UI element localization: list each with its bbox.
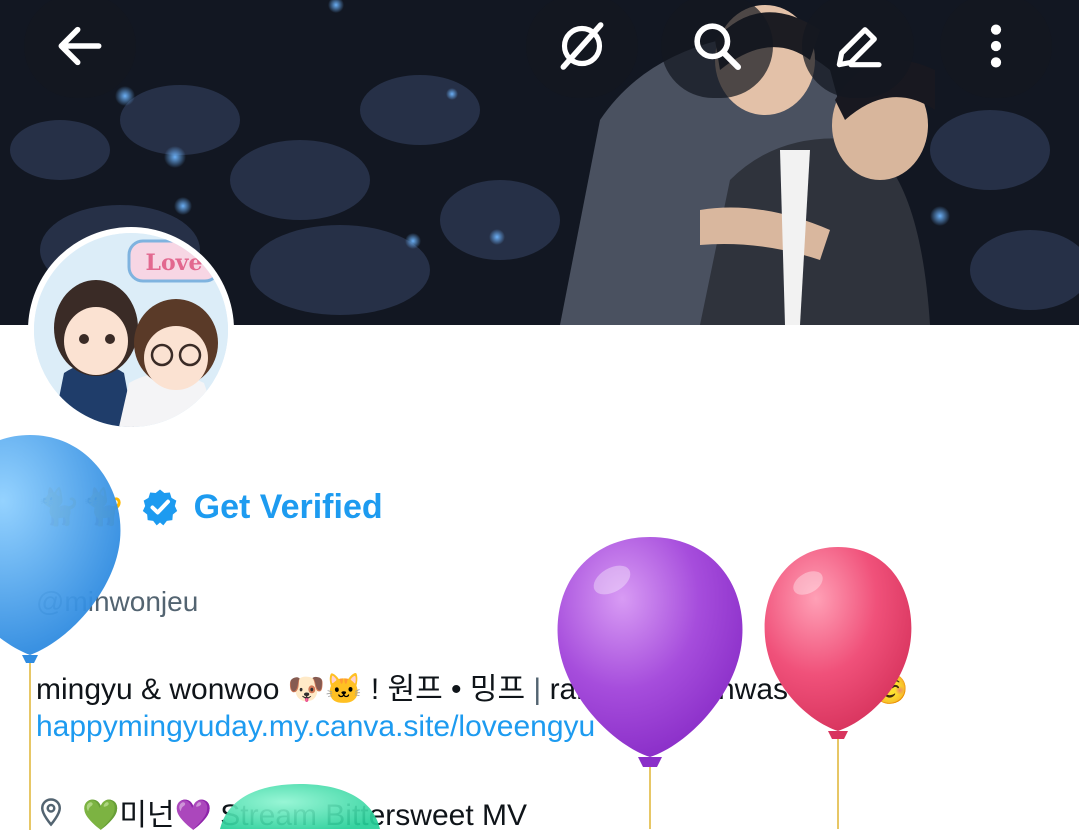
- back-arrow-icon: [58, 26, 102, 66]
- more-icon: [990, 24, 1002, 68]
- balloon-purple: [557, 537, 743, 829]
- more-button[interactable]: [940, 0, 1052, 98]
- balloon-blue: [0, 435, 121, 830]
- grok-icon: [560, 22, 604, 70]
- balloon-pink: [764, 547, 912, 829]
- verified-badge-icon[interactable]: [140, 487, 180, 527]
- bio-separator: |: [533, 673, 542, 706]
- avatar[interactable]: Love: [28, 227, 234, 433]
- search-icon: [694, 23, 742, 71]
- back-button[interactable]: [24, 0, 136, 98]
- avatar-image: Love: [34, 233, 228, 427]
- avatar-art-text: Love: [146, 250, 203, 276]
- balloon-green: [220, 784, 380, 829]
- grok-button[interactable]: [526, 0, 638, 98]
- edit-button[interactable]: [802, 0, 914, 98]
- search-button[interactable]: [661, 0, 773, 98]
- edit-icon: [836, 27, 882, 68]
- get-verified-link[interactable]: Get Verified: [194, 488, 383, 527]
